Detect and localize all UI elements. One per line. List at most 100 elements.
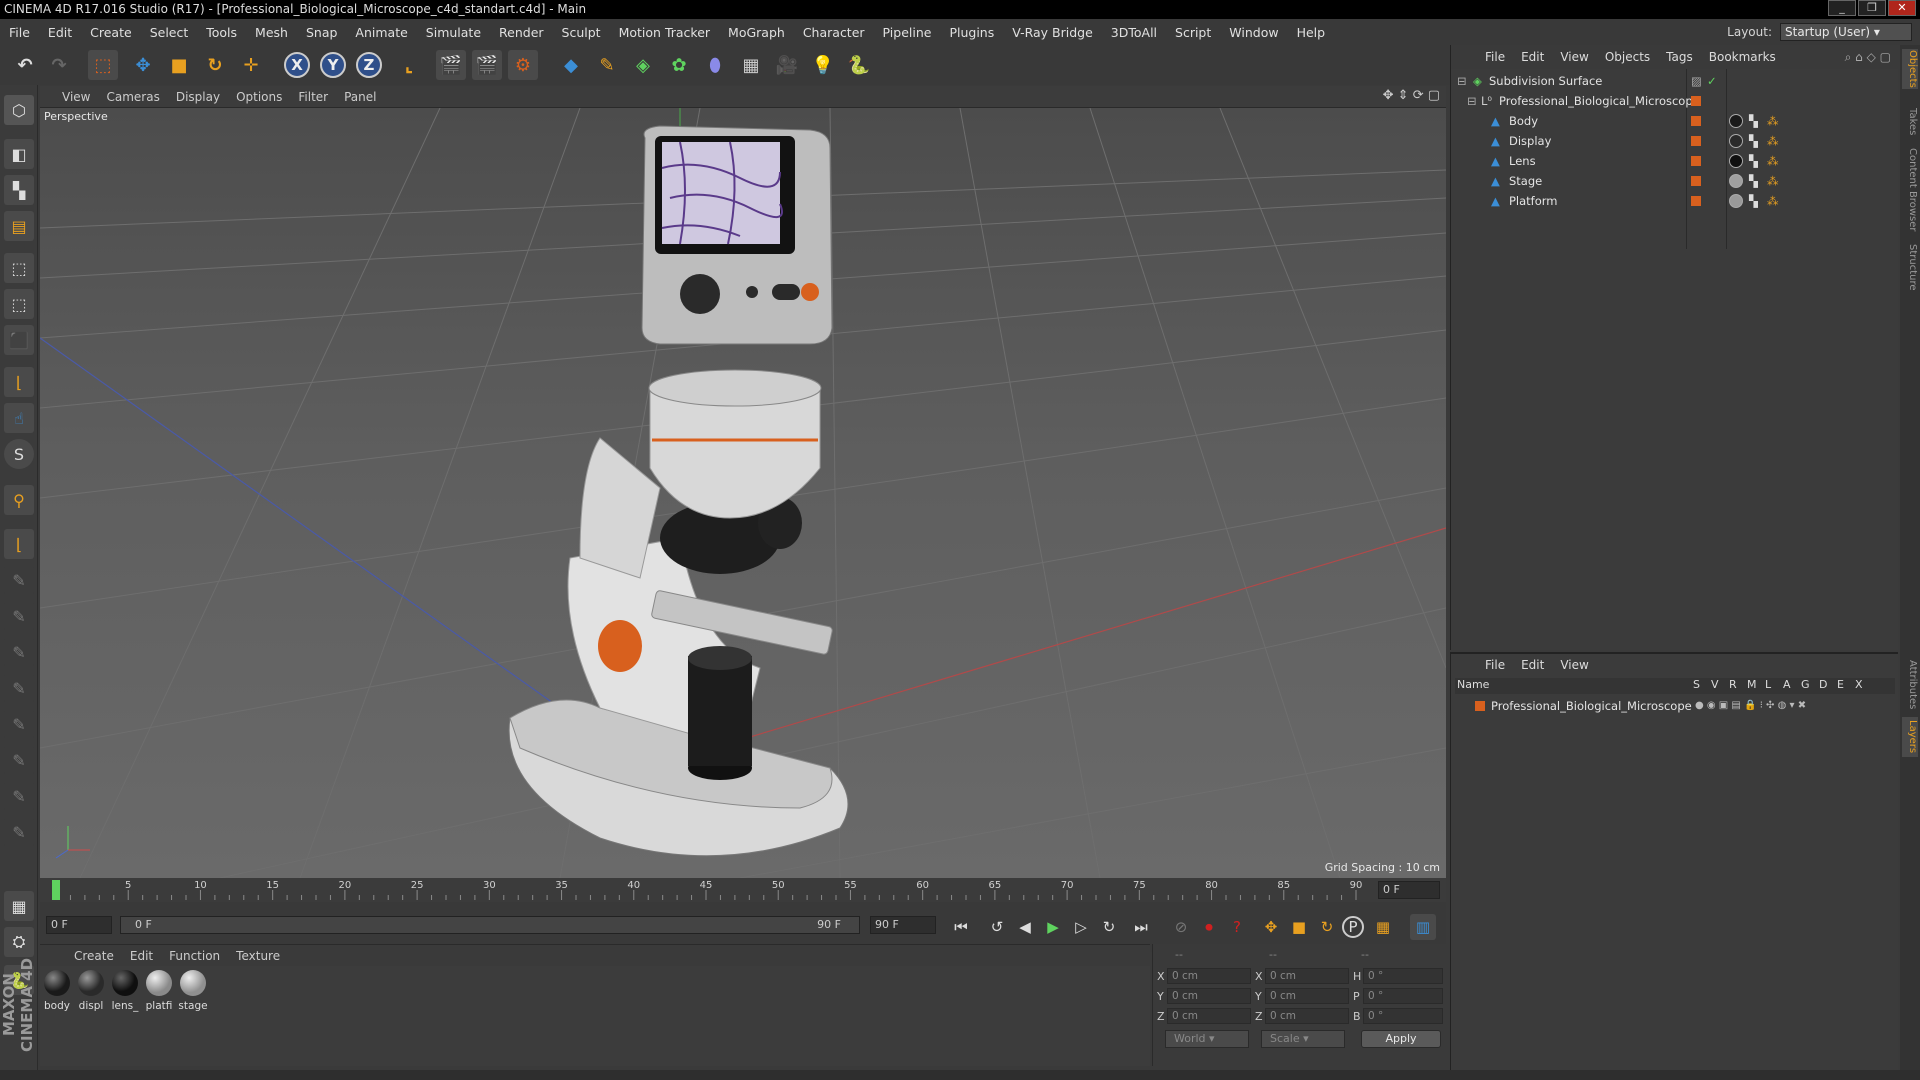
- viewport-menu-filter[interactable]: Filter: [290, 90, 336, 104]
- spline-pen-icon[interactable]: ✎: [592, 50, 622, 80]
- polygons-mode-icon[interactable]: ⬛: [4, 325, 34, 355]
- tab-takes[interactable]: Takes: [1902, 105, 1918, 139]
- layer-color-icon[interactable]: ▨: [1691, 71, 1702, 91]
- snap-icon[interactable]: S: [4, 439, 34, 469]
- menu-vray-bridge[interactable]: V-Ray Bridge: [1003, 25, 1102, 40]
- layer-menu-file[interactable]: File: [1477, 658, 1513, 672]
- brush-tool-2-icon[interactable]: ✎: [4, 601, 34, 631]
- size-y-field[interactable]: 0 cm: [1265, 988, 1349, 1004]
- point-level-key-icon[interactable]: ▦: [1370, 914, 1396, 940]
- material-swatch[interactable]: body: [42, 970, 72, 1012]
- column-view[interactable]: V: [1711, 678, 1719, 691]
- position-x-field[interactable]: 0 cm: [1167, 968, 1251, 984]
- object-row-body[interactable]: ▲ Body ▚ ⁂: [1451, 111, 1899, 131]
- end-frame-field[interactable]: 90 F: [870, 916, 936, 934]
- menu-render[interactable]: Render: [490, 25, 553, 40]
- phong-tag-icon[interactable]: ⁂: [1767, 191, 1779, 211]
- material-menu-function[interactable]: Function: [161, 949, 228, 963]
- viewport-menu-panel[interactable]: Panel: [336, 90, 384, 104]
- size-mode-dropdown[interactable]: Scale ▾: [1261, 1030, 1345, 1048]
- menu-file[interactable]: File: [0, 25, 39, 40]
- texture-tag-icon[interactable]: ▚: [1749, 151, 1758, 171]
- object-menu-tags[interactable]: Tags: [1658, 50, 1701, 64]
- minimize-button[interactable]: _: [1828, 0, 1856, 16]
- close-button[interactable]: ✕: [1888, 0, 1916, 16]
- redo-icon[interactable]: ↷: [44, 50, 74, 80]
- layer-color-swatch[interactable]: [1691, 156, 1701, 166]
- go-to-start-icon[interactable]: ⏮: [948, 914, 974, 940]
- material-swatch[interactable]: platfi: [144, 970, 174, 1012]
- object-menu-view[interactable]: View: [1552, 50, 1596, 64]
- texture-tag-icon[interactable]: ▚: [1749, 171, 1758, 191]
- next-frame-icon[interactable]: ▷: [1068, 914, 1094, 940]
- make-editable-icon[interactable]: ⬡: [4, 95, 34, 125]
- live-selection-icon[interactable]: ⬚: [88, 50, 118, 80]
- go-to-end-icon[interactable]: ⏭: [1128, 914, 1154, 940]
- rotate-tool-icon[interactable]: ↻: [200, 50, 230, 80]
- layer-flag-icons[interactable]: ● ◉ ▣ ▤ 🔒 ⁝ ✣ ◍ ▾ ✖: [1695, 696, 1806, 716]
- viewport-menu-options[interactable]: Options: [228, 90, 290, 104]
- material-swatch[interactable]: lens_: [110, 970, 140, 1012]
- previous-frame-icon[interactable]: ◀: [1012, 914, 1038, 940]
- material-menu-create[interactable]: Create: [66, 949, 122, 963]
- menu-tools[interactable]: Tools: [197, 25, 246, 40]
- scale-tool-icon[interactable]: ■: [164, 50, 194, 80]
- next-keyframe-icon[interactable]: ↻: [1096, 914, 1122, 940]
- layer-menu-edit[interactable]: Edit: [1513, 658, 1552, 672]
- layer-menu-view[interactable]: View: [1552, 658, 1596, 672]
- texture-tag-icon[interactable]: ▚: [1749, 191, 1758, 211]
- menu-window[interactable]: Window: [1220, 25, 1287, 40]
- texture-tag-icon[interactable]: ▚: [1749, 131, 1758, 151]
- model-mode-icon[interactable]: ◧: [4, 139, 34, 169]
- column-deformers[interactable]: D: [1819, 678, 1827, 691]
- menu-pipeline[interactable]: Pipeline: [874, 25, 941, 40]
- texture-tag-icon[interactable]: ▚: [1749, 111, 1758, 131]
- floor-scene-icon[interactable]: ▦: [736, 50, 766, 80]
- object-row-lens[interactable]: ▲ Lens ▚ ⁂: [1451, 151, 1899, 171]
- move-tool-icon[interactable]: ✥: [128, 50, 158, 80]
- column-locked[interactable]: L: [1765, 678, 1771, 691]
- y-axis-lock-button[interactable]: Y: [320, 52, 346, 78]
- workplane-mode-icon[interactable]: ▤: [4, 211, 34, 241]
- viewport-navigation-icons[interactable]: ✥ ⇕ ⟳ ▢: [1383, 88, 1440, 103]
- column-animation[interactable]: A: [1783, 678, 1791, 691]
- brush-tool-8-icon[interactable]: ✎: [4, 817, 34, 847]
- menu-snap[interactable]: Snap: [297, 25, 346, 40]
- tab-content-browser[interactable]: Content Browser: [1902, 145, 1918, 235]
- restore-button[interactable]: ❐: [1858, 0, 1886, 16]
- grid-lock-icon[interactable]: ▦: [4, 891, 34, 921]
- scale-key-icon[interactable]: ■: [1286, 914, 1312, 940]
- menu-script[interactable]: Script: [1166, 25, 1220, 40]
- record-keys-icon[interactable]: ⊘: [1168, 914, 1194, 940]
- menu-3dtoall[interactable]: 3DToAll: [1102, 25, 1166, 40]
- brush-tool-3-icon[interactable]: ✎: [4, 637, 34, 667]
- position-key-icon[interactable]: ✥: [1258, 914, 1284, 940]
- menu-help[interactable]: Help: [1288, 25, 1335, 40]
- start-frame-field[interactable]: 0 F: [46, 916, 112, 934]
- material-swatch[interactable]: displ: [76, 970, 106, 1012]
- menu-mesh[interactable]: Mesh: [246, 25, 297, 40]
- play-forward-icon[interactable]: ▶: [1040, 914, 1066, 940]
- size-x-field[interactable]: 0 cm: [1265, 968, 1349, 984]
- expand-toggle-icon[interactable]: ⊟: [1457, 71, 1467, 91]
- column-solo[interactable]: S: [1693, 678, 1700, 691]
- points-mode-icon[interactable]: ⬚: [4, 253, 34, 283]
- cube-object-icon[interactable]: ◆: [556, 50, 586, 80]
- viewport-menu-view[interactable]: View: [54, 90, 98, 104]
- render-picture-viewer-icon[interactable]: 🎬: [472, 50, 502, 80]
- column-render[interactable]: R: [1729, 678, 1737, 691]
- parameter-key-icon[interactable]: P: [1342, 916, 1364, 938]
- deformer-icon[interactable]: ⬮: [700, 50, 730, 80]
- lock-workplane-icon[interactable]: ⛭: [4, 927, 34, 957]
- layer-color-swatch[interactable]: [1691, 176, 1701, 186]
- current-frame-field[interactable]: 0 F: [1378, 881, 1440, 899]
- layout-dropdown[interactable]: Startup (User) ▾: [1780, 23, 1912, 41]
- menu-motion-tracker[interactable]: Motion Tracker: [610, 25, 719, 40]
- menu-character[interactable]: Character: [794, 25, 874, 40]
- layer-color-swatch[interactable]: [1475, 701, 1485, 711]
- column-generators[interactable]: G: [1801, 678, 1810, 691]
- tab-layers[interactable]: Layers: [1902, 717, 1918, 757]
- brush-tool-7-icon[interactable]: ✎: [4, 781, 34, 811]
- phong-tag-icon[interactable]: ⁂: [1767, 111, 1779, 131]
- material-tag-icon[interactable]: [1729, 174, 1743, 188]
